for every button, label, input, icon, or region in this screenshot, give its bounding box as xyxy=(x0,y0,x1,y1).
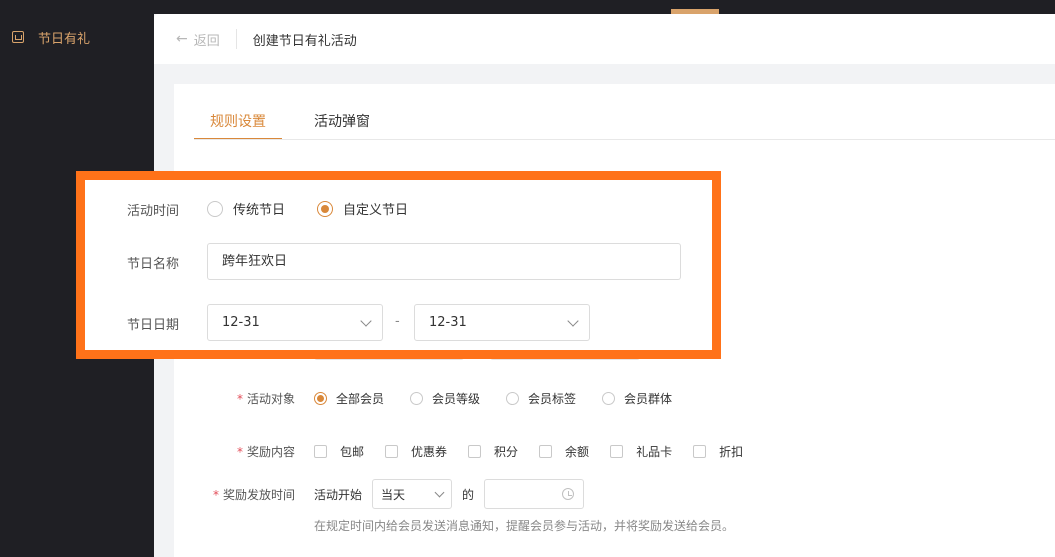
clock-icon xyxy=(562,488,575,500)
target-option-level[interactable]: 会员等级 xyxy=(410,390,480,407)
tab-activity-popup[interactable]: 活动弹窗 xyxy=(298,106,386,140)
tab-underline xyxy=(194,139,1055,140)
time-option-custom[interactable]: 自定义节日 xyxy=(317,199,408,218)
chevron-down-icon xyxy=(567,314,579,327)
required-mark: * xyxy=(212,487,219,502)
sidebar-item-holiday-gift[interactable]: 节日有礼 xyxy=(12,27,90,47)
send-day-select[interactable]: 当天 xyxy=(372,479,453,509)
reward-option-free-shipping[interactable]: 包邮 xyxy=(314,443,364,460)
arrow-left-icon: ← xyxy=(176,31,188,47)
activity-time-label: 活动时间 xyxy=(127,204,180,219)
send-time-picker[interactable] xyxy=(484,479,585,509)
header-divider xyxy=(235,29,237,49)
required-mark: * xyxy=(236,392,243,406)
page-title: 创建节日有礼活动 xyxy=(252,33,357,49)
reward-option-discount[interactable]: 折扣 xyxy=(693,443,743,460)
send-time-label: * 奖励发放时间 xyxy=(212,487,295,502)
holiday-name-label: 节日名称 xyxy=(127,257,180,272)
chevron-down-icon xyxy=(360,314,372,327)
gift-icon xyxy=(12,31,24,43)
checkbox-icon xyxy=(693,445,707,458)
holiday-date-start-select[interactable]: 12-31 xyxy=(207,304,383,341)
rewards-row: * 奖励内容 包邮 优惠券 积分 余额 礼品卡 折扣 xyxy=(174,443,1055,460)
target-option-tag[interactable]: 会员标签 xyxy=(506,390,576,407)
holiday-settings-panel: 活动时间 传统节日 自定义节日 节日名称 跨年狂欢日 节日日期 12-31 - … xyxy=(76,171,721,359)
page-header: ← 返回 创建节日有礼活动 xyxy=(154,14,1055,64)
sidebar-item-label: 节日有礼 xyxy=(38,31,91,47)
tab-bar: 规则设置 活动弹窗 xyxy=(194,106,402,140)
time-option-traditional[interactable]: 传统节日 xyxy=(207,199,285,218)
back-button[interactable]: ← 返回 xyxy=(176,30,220,49)
target-option-group[interactable]: 会员群体 xyxy=(602,390,672,407)
holiday-date-end-select[interactable]: 12-31 xyxy=(414,304,590,341)
send-time-suffix: 的 xyxy=(462,487,475,502)
radio-icon xyxy=(506,392,520,405)
tab-rule-settings[interactable]: 规则设置 xyxy=(194,106,282,140)
rewards-label: * 奖励内容 xyxy=(236,445,295,459)
radio-icon xyxy=(314,392,327,405)
chevron-down-icon xyxy=(434,487,445,497)
back-label: 返回 xyxy=(193,33,220,49)
reward-option-coupon[interactable]: 优惠券 xyxy=(385,443,447,460)
target-row: * 活动对象 全部会员 会员等级 会员标签 会员群体 xyxy=(174,390,1055,407)
top-bar xyxy=(154,0,1055,14)
date-start-value: 12-31 xyxy=(222,315,260,330)
holiday-date-label: 节日日期 xyxy=(127,318,180,333)
date-end-value: 12-31 xyxy=(429,315,467,330)
reward-option-points[interactable]: 积分 xyxy=(468,443,518,460)
date-range-separator: - xyxy=(395,314,400,329)
radio-icon xyxy=(207,200,223,217)
checkbox-icon xyxy=(468,445,482,458)
checkbox-icon xyxy=(314,445,327,458)
required-mark: * xyxy=(236,445,243,459)
checkbox-icon xyxy=(385,445,399,458)
send-time-row: * 奖励发放时间 活动开始 当天 的 xyxy=(174,479,1055,509)
reward-option-gift-card[interactable]: 礼品卡 xyxy=(610,443,672,460)
holiday-name-input[interactable]: 跨年狂欢日 xyxy=(207,243,681,280)
radio-icon xyxy=(602,392,616,405)
reward-option-balance[interactable]: 余额 xyxy=(539,443,589,460)
send-time-hint: 在规定时间内给会员发送消息通知，提醒会员参与活动，并将奖励发送给会员。 xyxy=(314,519,735,533)
target-label: * 活动对象 xyxy=(236,392,295,406)
send-day-value: 当天 xyxy=(381,487,406,502)
radio-icon xyxy=(317,200,333,217)
target-option-all[interactable]: 全部会员 xyxy=(314,390,384,407)
radio-icon xyxy=(410,392,424,405)
checkbox-icon xyxy=(610,445,624,458)
checkbox-icon xyxy=(539,445,553,458)
send-time-prefix: 活动开始 xyxy=(314,487,363,502)
